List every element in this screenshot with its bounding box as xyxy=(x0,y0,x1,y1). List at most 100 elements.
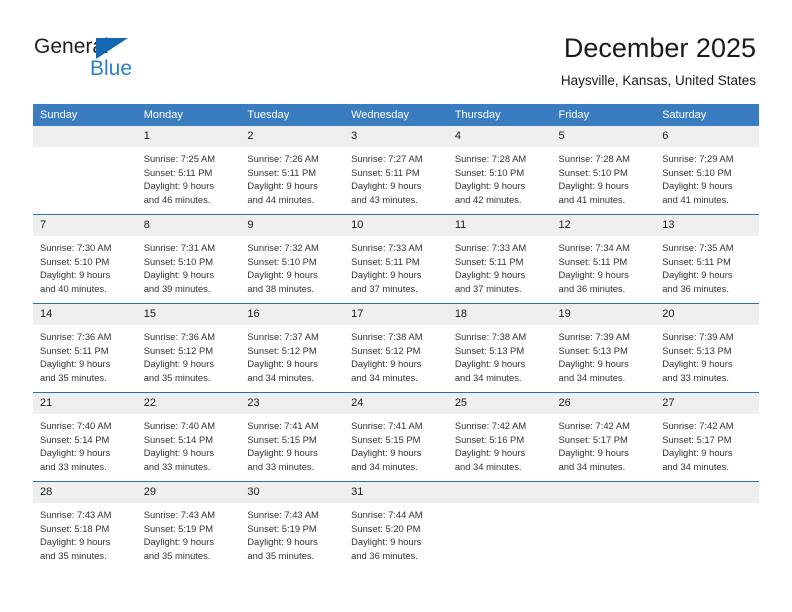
daylight-text-line1: Daylight: 9 hours xyxy=(40,358,111,370)
calendar-day-cell[interactable]: 4 Sunrise: 7:28 AM Sunset: 5:10 PM Daylight… xyxy=(447,126,552,215)
sunrise-text: Sunrise: 7:42 AM xyxy=(662,420,734,431)
day-details: Sunrise: 7:28 AM Sunset: 5:10 PM Daylight:… xyxy=(448,147,552,206)
weekday-header-sunday: Sunday xyxy=(33,104,137,126)
day-cell: 27 Sunrise: 7:42 AM Sunset: 5:17 PM Dayligh… xyxy=(655,393,759,481)
weekday-header-wednesday: Wednesday xyxy=(344,104,448,126)
sunset-text: Sunset: 5:14 PM xyxy=(40,433,110,445)
daylight-text-line1: Daylight: 9 hours xyxy=(247,180,318,192)
sunrise-text: Sunrise: 7:33 AM xyxy=(351,242,423,253)
day-number: 28 xyxy=(33,482,137,503)
daylight-text-line1: Daylight: 9 hours xyxy=(351,180,422,192)
sunrise-text: Sunrise: 7:37 AM xyxy=(247,331,319,342)
calendar-day-cell[interactable]: 6 Sunrise: 7:29 AM Sunset: 5:10 PM Daylight… xyxy=(655,126,759,215)
calendar-day-cell[interactable]: 12 Sunrise: 7:34 AM Sunset: 5:11 PM Dayligh… xyxy=(551,214,656,304)
day-number: 18 xyxy=(447,304,552,325)
calendar-day-cell[interactable]: 24 Sunrise: 7:41 AM Sunset: 5:15 PM Dayligh… xyxy=(344,392,448,482)
sunset-text: Sunset: 5:11 PM xyxy=(558,255,628,267)
calendar-day-cell[interactable]: 15 Sunrise: 7:36 AM Sunset: 5:12 PM Dayligh… xyxy=(136,303,241,393)
calendar-grid: Sunday Monday Tuesday Wednesday Thursday… xyxy=(33,104,759,570)
calendar-day-cell[interactable]: 16 Sunrise: 7:37 AM Sunset: 5:12 PM Dayligh… xyxy=(240,303,345,393)
calendar-day-cell[interactable]: 31 Sunrise: 7:44 AM Sunset: 5:20 PM Dayligh… xyxy=(344,481,448,570)
sunset-text: Sunset: 5:15 PM xyxy=(351,433,421,445)
calendar-day-cell[interactable]: 9 Sunrise: 7:32 AM Sunset: 5:10 PM Daylight… xyxy=(240,214,345,304)
sunrise-text: Sunrise: 7:39 AM xyxy=(662,331,734,342)
sunset-text: Sunset: 5:12 PM xyxy=(247,344,317,356)
daylight-text-line1: Daylight: 9 hours xyxy=(454,358,526,370)
daylight-text-line2: and 35 minutes. xyxy=(40,371,107,383)
day-number: 2 xyxy=(240,126,345,147)
general-blue-logo[interactable]: General Blue xyxy=(34,36,194,84)
sunset-text: Sunset: 5:15 PM xyxy=(247,433,317,445)
day-cell: 3 Sunrise: 7:27 AM Sunset: 5:11 PM Daylight… xyxy=(344,126,448,214)
day-cell: 13 Sunrise: 7:35 AM Sunset: 5:11 PM Dayligh… xyxy=(655,215,759,303)
day-number: 29 xyxy=(136,482,241,503)
day-details: Sunrise: 7:26 AM Sunset: 5:11 PM Daylight:… xyxy=(240,147,344,206)
weekday-header-friday: Friday xyxy=(551,104,656,126)
day-details: Sunrise: 7:33 AM Sunset: 5:11 PM Daylight:… xyxy=(448,236,552,295)
day-details: Sunrise: 7:35 AM Sunset: 5:11 PM Daylight:… xyxy=(655,236,759,295)
daylight-text-line2: and 34 minutes. xyxy=(351,460,418,472)
sunset-text: Sunset: 5:11 PM xyxy=(351,255,420,267)
daylight-text-line2: and 34 minutes. xyxy=(247,371,315,383)
calendar-day-cell[interactable]: 3 Sunrise: 7:27 AM Sunset: 5:11 PM Daylight… xyxy=(344,126,448,215)
sunset-text: Sunset: 5:13 PM xyxy=(558,344,628,356)
daylight-text-line1: Daylight: 9 hours xyxy=(454,180,526,192)
weekday-header-thursday: Thursday xyxy=(447,104,552,126)
calendar-day-cell[interactable]: 25 Sunrise: 7:42 AM Sunset: 5:16 PM Dayligh… xyxy=(447,392,552,482)
day-number: 3 xyxy=(344,126,448,147)
day-cell: 4 Sunrise: 7:28 AM Sunset: 5:10 PM Daylight… xyxy=(447,126,552,214)
calendar-day-cell[interactable]: 19 Sunrise: 7:39 AM Sunset: 5:13 PM Dayligh… xyxy=(551,303,656,393)
calendar-day-cell xyxy=(33,126,137,215)
sunrise-text: Sunrise: 7:43 AM xyxy=(40,509,112,520)
day-details: Sunrise: 7:32 AM Sunset: 5:10 PM Daylight:… xyxy=(240,236,344,295)
daylight-text-line1: Daylight: 9 hours xyxy=(558,358,629,370)
title-block: December 2025 Haysville, Kansas, United … xyxy=(561,32,756,89)
calendar-day-cell[interactable]: 11 Sunrise: 7:33 AM Sunset: 5:11 PM Dayligh… xyxy=(447,214,552,304)
day-number: 22 xyxy=(136,393,241,414)
day-details: Sunrise: 7:39 AM Sunset: 5:13 PM Daylight:… xyxy=(552,325,656,384)
calendar-day-cell[interactable]: 5 Sunrise: 7:28 AM Sunset: 5:10 PM Daylight… xyxy=(551,126,656,215)
sunset-text: Sunset: 5:14 PM xyxy=(143,433,214,445)
daylight-text-line2: and 34 minutes. xyxy=(454,371,522,383)
daylight-text-line1: Daylight: 9 hours xyxy=(143,180,215,192)
weekday-header-row: Sunday Monday Tuesday Wednesday Thursday… xyxy=(33,104,759,126)
calendar-day-cell[interactable]: 27 Sunrise: 7:42 AM Sunset: 5:17 PM Dayligh… xyxy=(655,392,759,482)
calendar-day-cell[interactable]: 28 Sunrise: 7:43 AM Sunset: 5:18 PM Dayligh… xyxy=(33,481,137,570)
day-number: 17 xyxy=(344,304,448,325)
daylight-text-line2: and 36 minutes. xyxy=(662,282,729,294)
sunset-text: Sunset: 5:11 PM xyxy=(454,255,524,267)
day-details: Sunrise: 7:27 AM Sunset: 5:11 PM Daylight:… xyxy=(344,147,448,206)
calendar-day-cell[interactable]: 29 Sunrise: 7:43 AM Sunset: 5:19 PM Dayligh… xyxy=(136,481,241,570)
daylight-text-line1: Daylight: 9 hours xyxy=(247,447,318,459)
daylight-text-line1: Daylight: 9 hours xyxy=(40,536,111,548)
day-cell: 9 Sunrise: 7:32 AM Sunset: 5:10 PM Daylight… xyxy=(240,215,345,303)
calendar-day-cell[interactable]: 14 Sunrise: 7:36 AM Sunset: 5:11 PM Dayligh… xyxy=(33,303,137,393)
calendar-day-cell[interactable]: 20 Sunrise: 7:39 AM Sunset: 5:13 PM Dayligh… xyxy=(655,303,759,393)
daylight-text-line1: Daylight: 9 hours xyxy=(247,269,318,281)
sunrise-text: Sunrise: 7:30 AM xyxy=(40,242,112,253)
day-cell: 30 Sunrise: 7:43 AM Sunset: 5:19 PM Dayligh… xyxy=(240,482,345,570)
calendar-day-cell[interactable]: 8 Sunrise: 7:31 AM Sunset: 5:10 PM Daylight… xyxy=(136,214,241,304)
day-number: 19 xyxy=(551,304,656,325)
sunrise-text: Sunrise: 7:36 AM xyxy=(143,331,216,342)
calendar-day-cell[interactable]: 10 Sunrise: 7:33 AM Sunset: 5:11 PM Dayligh… xyxy=(344,214,448,304)
calendar-day-cell[interactable]: 21 Sunrise: 7:40 AM Sunset: 5:14 PM Dayligh… xyxy=(33,392,137,482)
daylight-text-line2: and 34 minutes. xyxy=(351,371,418,383)
calendar-day-cell[interactable]: 26 Sunrise: 7:42 AM Sunset: 5:17 PM Dayligh… xyxy=(551,392,656,482)
calendar-day-cell[interactable]: 23 Sunrise: 7:41 AM Sunset: 5:15 PM Dayligh… xyxy=(240,392,345,482)
calendar-day-cell[interactable]: 13 Sunrise: 7:35 AM Sunset: 5:11 PM Dayligh… xyxy=(655,214,759,304)
day-details: Sunrise: 7:38 AM Sunset: 5:12 PM Daylight:… xyxy=(344,325,448,384)
calendar-day-cell[interactable]: 18 Sunrise: 7:38 AM Sunset: 5:13 PM Dayligh… xyxy=(447,303,552,393)
day-cell: 23 Sunrise: 7:41 AM Sunset: 5:15 PM Dayligh… xyxy=(240,393,345,481)
daylight-text-line2: and 36 minutes. xyxy=(351,549,418,561)
sunrise-text: Sunrise: 7:36 AM xyxy=(40,331,112,342)
logo-text-blue: Blue xyxy=(90,57,133,80)
calendar-day-cell[interactable]: 1 Sunrise: 7:25 AM Sunset: 5:11 PM Daylight… xyxy=(136,126,241,215)
calendar-day-cell[interactable]: 2 Sunrise: 7:26 AM Sunset: 5:11 PM Daylight… xyxy=(240,126,345,215)
calendar-day-cell[interactable]: 22 Sunrise: 7:40 AM Sunset: 5:14 PM Dayligh… xyxy=(136,392,241,482)
day-cell: 1 Sunrise: 7:25 AM Sunset: 5:11 PM Daylight… xyxy=(136,126,241,214)
calendar-day-cell[interactable]: 17 Sunrise: 7:38 AM Sunset: 5:12 PM Dayligh… xyxy=(344,303,448,393)
calendar-day-cell[interactable]: 7 Sunrise: 7:30 AM Sunset: 5:10 PM Daylight… xyxy=(33,214,137,304)
calendar-day-cell[interactable]: 30 Sunrise: 7:43 AM Sunset: 5:19 PM Dayligh… xyxy=(240,481,345,570)
day-number: 24 xyxy=(344,393,448,414)
